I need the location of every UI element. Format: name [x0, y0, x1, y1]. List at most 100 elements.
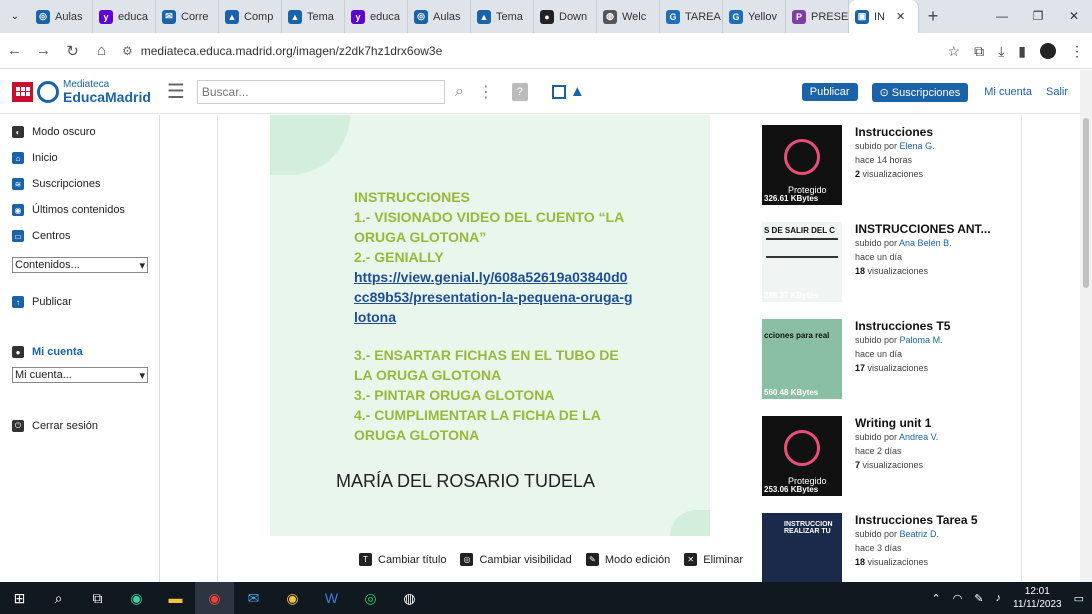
chrome-icon[interactable]: ◉	[273, 582, 312, 614]
browser-tab[interactable]: y educa	[93, 0, 156, 33]
title-icon: T	[359, 553, 372, 566]
sidebar-item-logout[interactable]: ⏻ Cerrar sesión	[0, 413, 159, 439]
help-icon[interactable]: ?	[511, 82, 528, 101]
clock[interactable]: 12:01 11/11/2023	[1013, 585, 1062, 611]
search-icon[interactable]: ⌕	[39, 582, 78, 614]
browser-tab[interactable]: ▲ Comp	[219, 0, 282, 33]
list-item[interactable]: INSTRUCCION REALIZAR TU Instrucciones Ta…	[762, 513, 1012, 583]
download-icon[interactable]: ⤓	[998, 43, 1004, 60]
sidebar-item-latest[interactable]: ◉ Últimos contenidos	[0, 197, 159, 223]
extensions-icon[interactable]: ⧉	[974, 43, 984, 60]
item-title[interactable]: Instrucciones T5	[855, 319, 1005, 333]
tab-search-icon[interactable]: ⌄	[0, 11, 30, 22]
browser-tab[interactable]: ◍ Welc	[597, 0, 660, 33]
thumbnail[interactable]: Protegido 326.61 KBytes	[762, 125, 842, 205]
sidebar-item-dark-mode[interactable]: ◐ Modo oscuro	[0, 119, 159, 145]
delete-button[interactable]: ✕ Eliminar	[684, 553, 743, 566]
reload-icon[interactable]: ↻	[58, 42, 87, 60]
item-title[interactable]: Writing unit 1	[855, 416, 1005, 430]
home-page-icon[interactable]: ⌂	[87, 42, 116, 59]
list-item[interactable]: Protegido 253.06 KBytes Writing unit 1 su…	[762, 416, 1012, 513]
browser-menu-icon[interactable]: ⋮	[1070, 43, 1084, 60]
site-settings-icon[interactable]: ⚙	[122, 44, 133, 58]
url-field[interactable]: ⚙ mediateca.educa.madrid.org/imagen/z2dk…	[122, 44, 442, 58]
logout-link[interactable]: Salir	[1046, 86, 1068, 98]
browser-tab[interactable]: G TAREA	[660, 0, 723, 33]
more-options-icon[interactable]: ⋮	[478, 82, 494, 102]
chevron-up-icon[interactable]: ⌃	[931, 592, 940, 605]
contents-select[interactable]: Contenidos... ▾	[12, 257, 148, 273]
mail-icon[interactable]: ✉	[234, 582, 273, 614]
page-scrollbar[interactable]	[1080, 70, 1092, 582]
list-item[interactable]: Protegido 326.61 KBytes Instrucciones sub…	[762, 125, 1012, 222]
pen-icon[interactable]: ✎	[974, 592, 983, 605]
change-visibility-button[interactable]: ◎ Cambiar visibilidad	[460, 553, 572, 566]
genially-link[interactable]: https://view.genial.ly/608a52619a03840d0…	[354, 267, 634, 327]
list-item[interactable]: S DE SALIR DEL C 288.37 KBytes INSTRUCCIO…	[762, 222, 1012, 319]
volume-icon[interactable]: ♪	[996, 592, 1002, 604]
browser-tab[interactable]: ● Down	[534, 0, 597, 33]
close-tab-icon[interactable]: ✕	[896, 10, 905, 23]
minimize-icon[interactable]: —	[984, 0, 1020, 33]
browser-tab[interactable]: ▲ Tema	[282, 0, 345, 33]
mediateca-icon: ▣	[855, 9, 869, 24]
file-explorer-icon[interactable]: ▬	[156, 582, 195, 614]
change-title-button[interactable]: T Cambiar título	[359, 553, 446, 566]
word-icon[interactable]: W	[312, 582, 351, 614]
close-icon[interactable]: ✕	[1056, 0, 1092, 33]
obs-icon[interactable]: ◍	[390, 582, 429, 614]
sidebar-item-centers[interactable]: ▭ Centros	[0, 223, 159, 249]
browser-tab[interactable]: P PRESE	[786, 0, 849, 33]
item-title[interactable]: Instrucciones	[855, 125, 1005, 139]
forward-icon[interactable]: →	[29, 42, 58, 59]
restore-icon[interactable]: ❐	[1020, 0, 1056, 33]
profile-avatar[interactable]	[1040, 43, 1056, 59]
scrollbar-thumb[interactable]	[1083, 118, 1089, 288]
sidepanel-icon[interactable]: ▮	[1018, 43, 1026, 60]
edit-mode-button[interactable]: ✎ Modo edición	[585, 553, 670, 566]
list-item[interactable]: cciones para real 560.48 KBytes Instrucci…	[762, 319, 1012, 416]
network-icon[interactable]: ◠	[953, 592, 963, 605]
thumbnail[interactable]: INSTRUCCION REALIZAR TU	[762, 513, 842, 583]
yahoo-icon: y	[351, 9, 365, 24]
aulas-icon: ◎	[414, 9, 428, 24]
window-view-icon[interactable]	[551, 84, 566, 99]
item-title[interactable]: INSTRUCCIONES ANT...	[855, 222, 1005, 236]
notifications-icon[interactable]: ▭	[1074, 592, 1084, 605]
browser-tab[interactable]: ◎ Aulas	[30, 0, 93, 33]
taskbar: ⊞ ⌕ ⧉ ◉ ▬ ◉ ✉ ◉ W ◎ ◍ ⌃ ◠ ✎ ♪ 12:01 11/1…	[0, 582, 1092, 614]
bookmark-star-icon[interactable]: ☆	[948, 43, 961, 60]
chrome-icon[interactable]: ◉	[195, 582, 234, 614]
graduation-cap-icon[interactable]: ▲	[570, 83, 585, 100]
sidebar-item-subscriptions[interactable]: ≋ Suscripciones	[0, 171, 159, 197]
my-account-link[interactable]: Mi cuenta	[984, 86, 1032, 98]
browser-tab[interactable]: ✉ Corre	[156, 0, 219, 33]
thumbnail[interactable]: cciones para real 560.48 KBytes	[762, 319, 842, 399]
windows-start-icon[interactable]: ⊞	[0, 582, 39, 614]
new-tab-button[interactable]: +	[919, 6, 947, 27]
graduation-cap-icon: ▲	[225, 9, 239, 24]
thumbnail[interactable]: S DE SALIR DEL C 288.37 KBytes	[762, 222, 842, 302]
search-input[interactable]	[196, 79, 445, 104]
sidebar-item-home[interactable]: ⌂ Inicio	[0, 145, 159, 171]
account-select[interactable]: Mi cuenta... ▾	[12, 367, 148, 383]
subscriptions-button[interactable]: ⊙ Suscripciones	[871, 82, 969, 102]
edge-icon[interactable]: ◉	[117, 582, 156, 614]
task-view-icon[interactable]: ⧉	[78, 582, 117, 614]
site-logo[interactable]: Mediateca EducaMadrid	[12, 79, 151, 104]
search-icon[interactable]: ⌕	[455, 83, 464, 101]
item-title[interactable]: Instrucciones Tarea 5	[855, 513, 1005, 527]
publish-button[interactable]: Publicar	[801, 83, 858, 101]
browser-tab[interactable]: ◎ Aulas	[408, 0, 471, 33]
sidebar-item-publish[interactable]: ↑ Publicar	[0, 289, 159, 315]
back-icon[interactable]: ←	[0, 42, 29, 59]
hamburger-menu-icon[interactable]: ☰	[167, 79, 185, 104]
media-actions: T Cambiar título ◎ Cambiar visibilidad ✎ Mo…	[359, 553, 743, 566]
whatsapp-icon[interactable]: ◎	[351, 582, 390, 614]
browser-tab[interactable]: ▲ Tema	[471, 0, 534, 33]
thumbnail[interactable]: Protegido 253.06 KBytes	[762, 416, 842, 496]
browser-tab-active[interactable]: ▣ IN ✕	[849, 0, 919, 33]
media-image: INSTRUCCIONES 1.- VISIONADO VIDEO DEL CU…	[270, 115, 710, 536]
browser-tab[interactable]: G Yellov	[723, 0, 786, 33]
browser-tab[interactable]: y educa	[345, 0, 408, 33]
